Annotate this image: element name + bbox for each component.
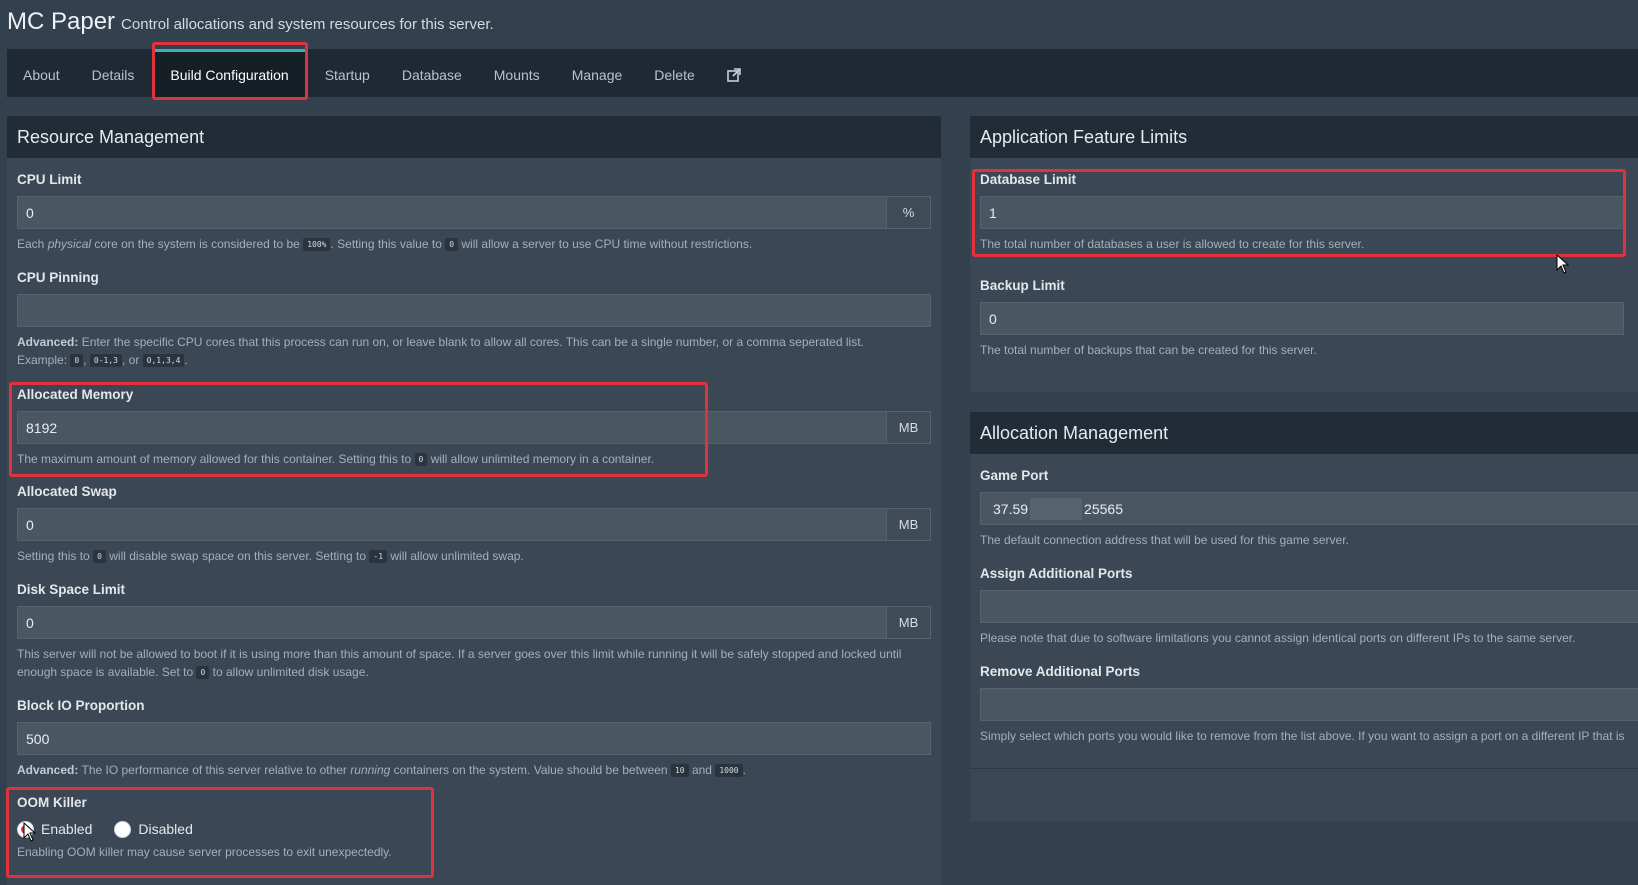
backup-limit-help: The total number of backups that can be … [980,343,1317,357]
tab-startup[interactable]: Startup [309,49,386,97]
game-port-label: Game Port [980,468,1049,483]
oom-disabled-label[interactable]: Disabled [138,821,192,837]
database-limit-label: Database Limit [980,172,1077,187]
mouse-cursor-icon [1556,254,1570,274]
swap-label: Allocated Swap [17,484,117,499]
swap-help: Setting this to 0 will disable swap spac… [17,549,524,563]
database-limit-group: Database Limit The total number of datab… [980,171,1624,253]
backup-limit-label: Backup Limit [980,278,1065,293]
oom-killer-label: OOM Killer [17,795,87,810]
cpu-limit-group: CPU Limit % Each physical core on the sy… [17,171,931,254]
assign-ports-input[interactable] [980,590,1638,623]
swap-group: Allocated Swap MB Setting this to 0 will… [17,483,931,566]
page-header: MC Paper Control allocations and system … [7,8,494,44]
swap-unit: MB [887,508,931,541]
cpu-limit-help: Each physical core on the system is cons… [17,237,753,251]
panel-title: Resource Management [7,116,941,158]
memory-unit: MB [887,411,931,444]
tab-about[interactable]: About [7,49,76,97]
cpu-pinning-group: CPU Pinning Advanced: Enter the specific… [17,269,931,370]
oom-enabled-label[interactable]: Enabled [41,821,92,837]
tab-bar: About Details Build Configuration Startu… [7,49,1638,97]
tab-details[interactable]: Details [76,49,151,97]
database-limit-help: The total number of databases a user is … [980,237,1365,251]
cpu-pinning-label: CPU Pinning [17,270,99,285]
block-io-label: Block IO Proportion [17,698,145,713]
remove-ports-label: Remove Additional Ports [980,664,1141,679]
mouse-cursor-icon [23,822,37,842]
block-io-input[interactable] [17,722,931,755]
backup-limit-group: Backup Limit The total number of backups… [980,277,1624,359]
memory-label: Allocated Memory [17,387,134,402]
assign-ports-help: Please note that due to software limitat… [980,631,1576,645]
memory-group: Allocated Memory MB The maximum amount o… [17,386,931,469]
disk-group: Disk Space Limit MB This server will not… [17,581,931,682]
cpu-pinning-input[interactable] [17,294,931,327]
redacted-ip [1030,497,1083,520]
disk-help: This server will not be allowed to boot … [17,647,902,679]
memory-input[interactable] [17,411,887,444]
remove-ports-input[interactable] [980,688,1638,721]
tab-manage[interactable]: Manage [556,49,639,97]
panel-title: Allocation Management [970,412,1638,454]
panel-title: Application Feature Limits [970,116,1638,158]
memory-help: The maximum amount of memory allowed for… [17,452,655,466]
database-limit-input[interactable] [980,196,1624,229]
remove-ports-group: Remove Additional Ports Simply select wh… [980,663,1638,745]
disk-unit: MB [887,606,931,639]
cpu-limit-label: CPU Limit [17,172,82,187]
oom-killer-group: OOM Killer Enabled Disabled Enabling OOM… [17,794,417,861]
page-title: MC Paper [7,8,116,35]
oom-killer-help: Enabling OOM killer may cause server pro… [17,845,392,859]
external-link-icon [726,67,741,82]
swap-input[interactable] [17,508,887,541]
disk-input[interactable] [17,606,887,639]
tab-database[interactable]: Database [386,49,478,97]
block-io-help: Advanced: The IO performance of this ser… [17,763,746,777]
game-port-help: The default connection address that will… [980,533,1349,547]
remove-ports-help: Simply select which ports you would like… [980,729,1625,743]
oom-disabled-radio[interactable] [114,820,132,838]
page-subtitle: Control allocations and system resources… [121,16,494,33]
cpu-limit-unit: % [887,196,931,229]
cpu-limit-input[interactable] [17,196,887,229]
assign-ports-group: Assign Additional Ports Please note that… [980,565,1638,647]
block-io-group: Block IO Proportion Advanced: The IO per… [17,697,931,780]
allocation-management-panel: Allocation Management Game Port 37.59 255… [970,412,1638,822]
tab-build-configuration[interactable]: Build Configuration [154,49,305,97]
resource-management-panel: Resource Management CPU Limit % Each phy… [7,116,941,885]
feature-limits-panel: Application Feature Limits Database Limi… [970,116,1638,392]
backup-limit-input[interactable] [980,302,1624,335]
panel-footer [970,768,1638,769]
assign-ports-label: Assign Additional Ports [980,566,1133,581]
game-port-group: Game Port 37.59 25565 The default connect… [980,467,1638,549]
tab-delete[interactable]: Delete [638,49,710,97]
cpu-pinning-help: Advanced: Enter the specific CPU cores t… [17,335,864,367]
game-port-select[interactable]: 37.59 25565 [980,492,1638,525]
external-link-tab[interactable] [711,49,757,97]
disk-label: Disk Space Limit [17,582,126,597]
tab-mounts[interactable]: Mounts [478,49,556,97]
